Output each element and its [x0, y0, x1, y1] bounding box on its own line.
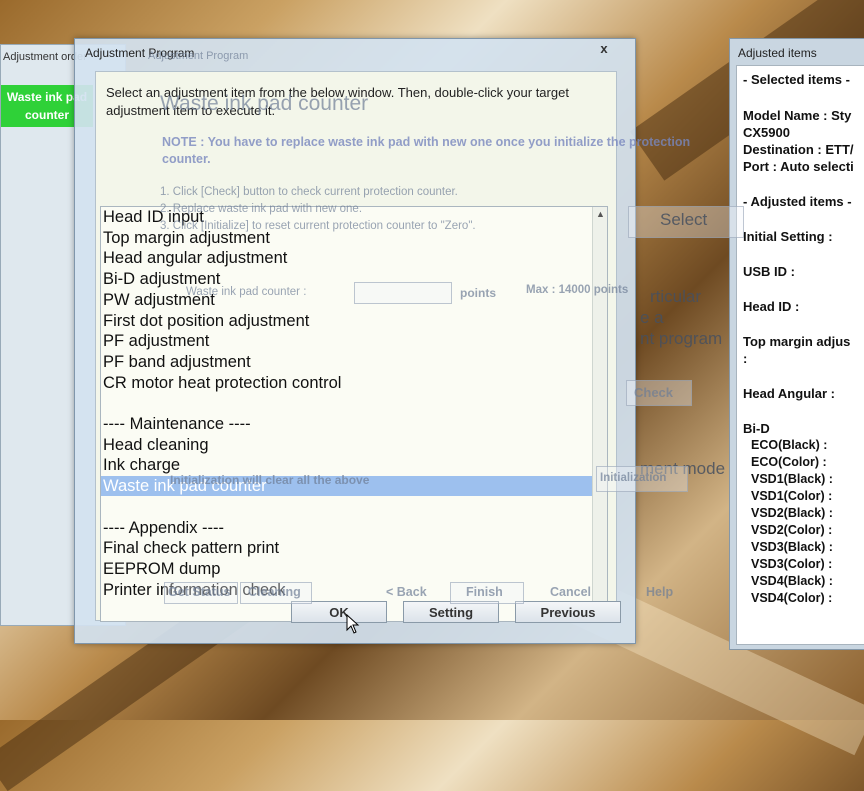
ghost-help-label: Help [646, 585, 674, 599]
list-item[interactable]: Head cleaning [103, 435, 209, 455]
close-icon[interactable]: x [593, 41, 615, 57]
bid-vsd3-color: VSD3(Color) : [751, 557, 833, 571]
right-window-title: Adjusted items [738, 46, 817, 60]
list-item[interactable]: EEPROM dump [103, 559, 220, 579]
ghost-note: NOTE : You have to replace waste ink pad… [162, 135, 691, 166]
ghost-counter-field[interactable] [354, 282, 452, 304]
adjustment-program-dialog: Adjustment Program x Select an adjustmen… [74, 38, 636, 644]
ghost-window-title: Adjustment Program [148, 50, 249, 62]
ghost-counter-label: Waste ink pad counter : [186, 286, 307, 298]
bid-vsd2-black: VSD2(Black) : [751, 506, 833, 520]
top-margin-label: Top margin adjus [743, 334, 851, 349]
port-label: Port : Auto selecti [743, 159, 854, 174]
ghost-initialization-note: Initialization will clear all the above [170, 473, 370, 487]
scroll-up-icon[interactable]: ▲ [596, 209, 605, 219]
adjustment-item-list[interactable]: Head ID input Top margin adjustment Head… [100, 206, 608, 622]
mouse-cursor-icon [346, 614, 360, 634]
bid-vsd4-color: VSD4(Color) : [751, 591, 833, 605]
model-value: CX5900 [743, 125, 790, 140]
list-item[interactable]: PF band adjustment [103, 352, 251, 372]
ghost-step-2: 2. Replace waste ink pad with new one. [160, 203, 363, 215]
list-section-header: ---- Appendix ---- [103, 518, 225, 537]
list-item[interactable]: PF adjustment [103, 331, 209, 351]
bid-vsd3-black: VSD3(Black) : [751, 540, 833, 554]
previous-button[interactable]: Previous [515, 601, 621, 623]
ghost-initialization-label: Initialization [600, 472, 667, 484]
ghost-tea: e a [640, 308, 664, 327]
ghost-get-status-label: Get Status [168, 585, 231, 599]
bid-label: Bi-D [743, 421, 770, 436]
ghost-counter-unit: points [460, 286, 496, 300]
usb-id-label: USB ID : [743, 264, 795, 279]
adjusted-items-panel: - Selected items - Model Name : Sty CX59… [736, 65, 864, 645]
model-name-label: Model Name : Sty [743, 108, 852, 123]
selected-items-header: - Selected items - [743, 72, 850, 87]
ghost-cancel-label: Cancel [550, 585, 591, 599]
list-item[interactable]: Ink charge [103, 455, 180, 475]
list-item[interactable]: First dot position adjustment [103, 311, 309, 331]
ghost-finish-label: Finish [466, 585, 503, 599]
ghost-program: nt program [640, 329, 723, 348]
setting-button[interactable]: Setting [403, 601, 499, 623]
initial-setting-label: Initial Setting : [743, 229, 833, 244]
ghost-back-label: < Back [386, 585, 427, 599]
ghost-step-1: 1. Click [Check] button to check current… [160, 186, 458, 198]
list-item[interactable]: Final check pattern print [103, 538, 279, 558]
list-scrollbar[interactable]: ▲ ▼ [592, 207, 607, 619]
ghost-check-label: Check [634, 385, 674, 400]
bid-eco-color: ECO(Color) : [751, 455, 827, 469]
ghost-step-3: 3. Click [Initialize] to reset current p… [160, 220, 476, 232]
ghost-cleaning-label: Cleaning [248, 585, 301, 599]
list-section-header: ---- Maintenance ---- [103, 415, 251, 433]
bid-vsd4-black: VSD4(Black) : [751, 574, 833, 588]
bid-vsd2-color: VSD2(Color) : [751, 523, 833, 537]
head-angular-label: Head Angular : [743, 386, 835, 401]
top-margin-colon: : [743, 351, 748, 366]
adjusted-items-header: - Adjusted items - [743, 194, 852, 209]
ghost-max-label: Max : 14000 points [526, 284, 629, 296]
ok-button[interactable]: OK [291, 601, 387, 623]
list-item[interactable]: CR motor heat protection control [103, 373, 341, 393]
adjusted-items-window: Adjusted items - Selected items - Model … [729, 38, 864, 650]
bid-eco-black: ECO(Black) : [751, 438, 828, 452]
ghost-heading: Waste ink pad counter [160, 92, 369, 115]
ghost-particular: rticular [650, 287, 702, 306]
ghost-select-label: Select [660, 210, 708, 229]
head-id-label: Head ID : [743, 299, 800, 314]
destination-label: Destination : ETT/ [743, 142, 854, 157]
bid-vsd1-color: VSD1(Color) : [751, 489, 833, 503]
bid-vsd1-black: VSD1(Black) : [751, 472, 833, 486]
list-item[interactable]: Head angular adjustment [103, 248, 287, 268]
